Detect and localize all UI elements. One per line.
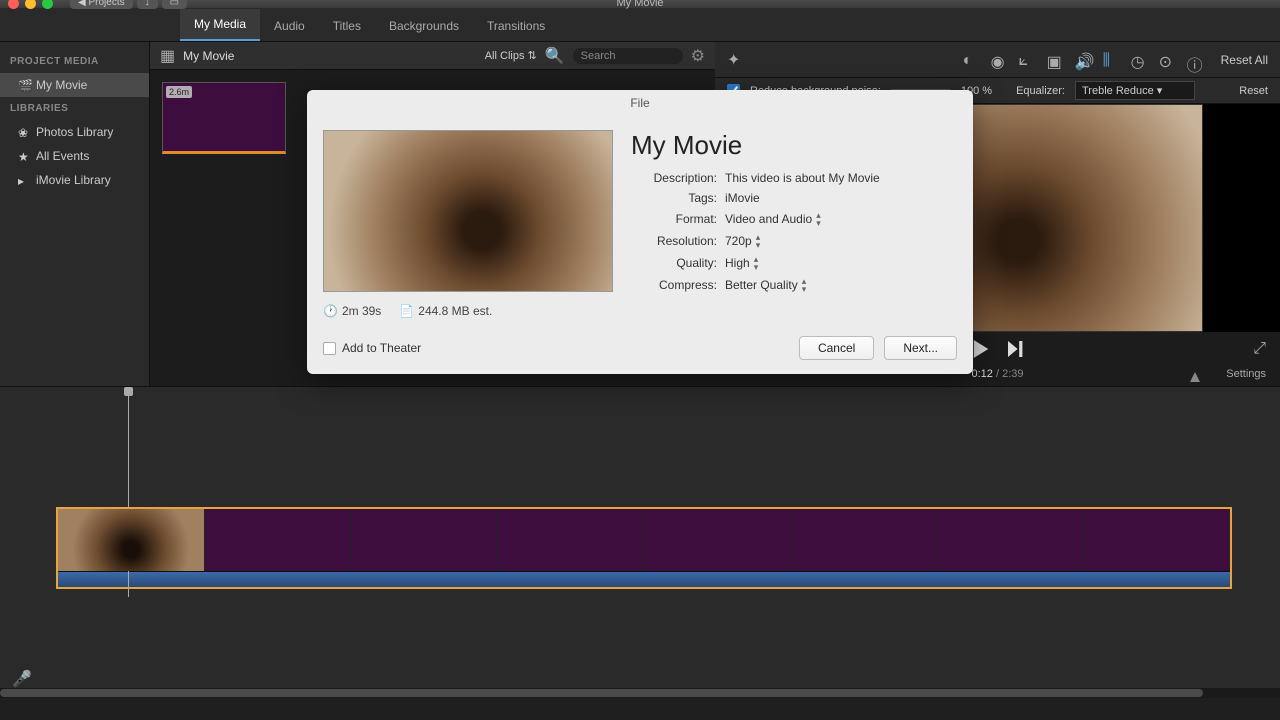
color-correction-icon[interactable]: ◉: [991, 52, 1007, 68]
sidebar: PROJECT MEDIA 🎬 My Movie LIBRARIES ❀ Pho…: [0, 42, 150, 386]
timeline-clip[interactable]: [56, 507, 1232, 589]
sidebar-item-all-events[interactable]: ★ All Events: [0, 144, 149, 168]
export-preview-thumbnail: [323, 130, 613, 292]
format-select[interactable]: Video and Audio▴▾: [725, 211, 821, 227]
next-frame-button[interactable]: [1008, 341, 1024, 357]
clip-filter-dropdown[interactable]: All Clips ⇅: [485, 49, 537, 62]
search-input[interactable]: Search: [573, 48, 683, 64]
browser-project-name: My Movie: [183, 49, 234, 63]
next-button[interactable]: Next...: [884, 336, 957, 360]
sidebar-item-label: Photos Library: [36, 125, 113, 139]
settings-gear-icon[interactable]: ⚙: [691, 46, 705, 66]
enhance-icon[interactable]: ✦: [727, 50, 740, 70]
import-button[interactable]: ↓: [137, 0, 158, 9]
clock-icon: 🕐: [323, 304, 338, 318]
cancel-button[interactable]: Cancel: [799, 336, 874, 360]
reset-button[interactable]: Reset: [1239, 85, 1268, 97]
description-field[interactable]: This video is about My Movie: [725, 171, 880, 185]
equalizer-label: Equalizer:: [1016, 85, 1065, 97]
reset-all-button[interactable]: Reset All: [1221, 53, 1268, 67]
crop-icon[interactable]: ⟀: [1019, 52, 1035, 68]
tags-field[interactable]: iMovie: [725, 191, 760, 205]
audio-track[interactable]: [58, 571, 1230, 587]
format-label: Format:: [631, 212, 717, 226]
timeline[interactable]: 🎤: [0, 386, 1280, 698]
add-to-theater-checkbox[interactable]: Add to Theater: [323, 341, 421, 355]
sidebar-item-imovie-library[interactable]: ▸ iMovie Library: [0, 168, 149, 192]
compress-select[interactable]: Better Quality▴▾: [725, 277, 806, 293]
export-duration: 🕐 2m 39s: [323, 304, 381, 318]
window-titlebar: ◀ Projects ↓ ▭ My Movie: [0, 0, 1280, 8]
window-title: My Movie: [616, 0, 663, 9]
dialog-title: File: [307, 90, 973, 116]
clip-duration-badge: 2.6m: [166, 86, 192, 98]
tags-label: Tags:: [631, 191, 717, 205]
minimize-window-button[interactable]: [25, 0, 36, 9]
zoom-slider-thumb[interactable]: [1190, 372, 1200, 382]
list-view-icon[interactable]: ▦: [160, 46, 175, 66]
horizontal-scrollbar[interactable]: [0, 688, 1280, 698]
volume-icon[interactable]: 🔊: [1075, 52, 1091, 68]
media-clip[interactable]: 2.6m: [162, 82, 286, 154]
sidebar-heading-project: PROJECT MEDIA: [0, 50, 149, 73]
clapper-icon: 🎬: [18, 79, 30, 91]
scrollbar-thumb[interactable]: [0, 689, 1203, 697]
quality-label: Quality:: [631, 256, 717, 270]
resolution-label: Resolution:: [631, 234, 717, 248]
info-icon[interactable]: ⓘ: [1187, 52, 1203, 68]
quality-select[interactable]: High▴▾: [725, 255, 758, 271]
stabilize-icon[interactable]: ▣: [1047, 52, 1063, 68]
tab-titles[interactable]: Titles: [319, 11, 375, 41]
play-button[interactable]: [972, 340, 990, 358]
compress-label: Compress:: [631, 278, 717, 292]
sidebar-item-label: All Events: [36, 149, 89, 163]
projects-button[interactable]: ◀ Projects: [70, 0, 133, 9]
window-controls: [8, 0, 53, 9]
voiceover-icon[interactable]: 🎤: [12, 669, 26, 683]
media-tabs: My Media Audio Titles Backgrounds Transi…: [0, 8, 1280, 42]
tab-my-media[interactable]: My Media: [180, 9, 260, 41]
export-file-dialog: File 🕐 2m 39s 📄 244.8 MB est. My Movie D…: [307, 90, 973, 374]
sidebar-item-label: iMovie Library: [36, 173, 111, 187]
sidebar-item-photos[interactable]: ❀ Photos Library: [0, 120, 149, 144]
tab-backgrounds[interactable]: Backgrounds: [375, 11, 473, 41]
resolution-select[interactable]: 720p▴▾: [725, 233, 760, 249]
noise-eq-icon[interactable]: ⫼: [1103, 52, 1119, 68]
description-label: Description:: [631, 171, 717, 185]
sidebar-heading-libraries: LIBRARIES: [0, 97, 149, 120]
close-window-button[interactable]: [8, 0, 19, 9]
photos-icon: ❀: [18, 126, 30, 138]
file-icon: 📄: [399, 304, 414, 318]
color-balance-icon[interactable]: ◐: [963, 52, 979, 68]
star-icon: ★: [18, 150, 30, 162]
export-filesize: 📄 244.8 MB est.: [399, 304, 492, 318]
tab-audio[interactable]: Audio: [260, 11, 319, 41]
filter-icon[interactable]: ⊙: [1159, 52, 1175, 68]
zoom-window-button[interactable]: [42, 0, 53, 9]
export-title-field[interactable]: My Movie: [631, 130, 957, 161]
sidebar-item-my-movie[interactable]: 🎬 My Movie: [0, 73, 149, 97]
equalizer-select[interactable]: Treble Reduce ▾: [1075, 81, 1195, 100]
sidebar-item-label: My Movie: [36, 78, 87, 92]
fullscreen-icon[interactable]: ⤢: [1253, 340, 1266, 358]
search-icon: 🔍: [545, 46, 565, 66]
speed-icon[interactable]: ◷: [1131, 52, 1147, 68]
share-button[interactable]: ▭: [162, 0, 187, 9]
video-track[interactable]: [58, 509, 1230, 571]
chevron-right-icon: ▸: [18, 174, 30, 186]
timeline-settings-button[interactable]: Settings: [1226, 368, 1266, 380]
tab-transitions[interactable]: Transitions: [473, 11, 559, 41]
